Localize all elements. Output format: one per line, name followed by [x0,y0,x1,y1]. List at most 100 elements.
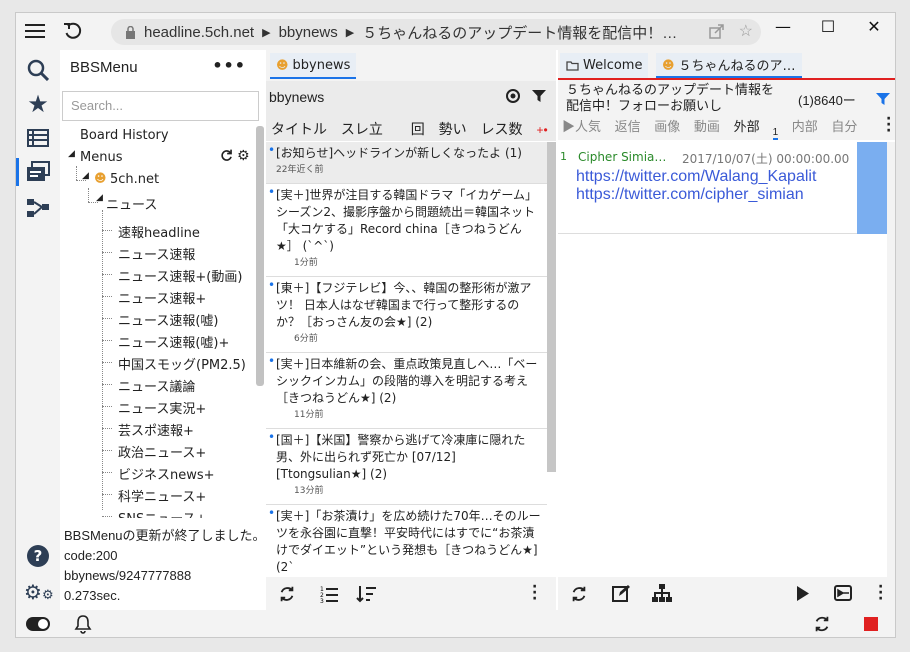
bell-icon[interactable] [74,614,92,637]
sync-icon[interactable] [813,615,831,636]
tree-site-5ch[interactable]: 5ch.net [110,172,159,187]
col-visit[interactable]: 回 [411,121,425,137]
col-title[interactable]: タイトル [271,121,327,137]
bbsmenu-scrollbar[interactable] [256,126,264,386]
post-author[interactable]: Cipher Simia… [578,150,666,164]
col-res-count[interactable]: レス数 [481,121,523,137]
more-options-icon[interactable]: ••• [212,56,246,75]
thread-row[interactable]: [実＋]日本維新の会、重点政策見直しへ…「ベーシックインカム」の段階的導入を明記… [266,353,547,429]
thread-age: 1分前 [294,258,318,268]
refresh-menu-icon[interactable] [220,149,233,166]
minimize-icon[interactable]: — [761,13,805,39]
post-link[interactable]: https://twitter.com/cipher_simian [576,186,804,204]
col-created[interactable]: スレ立 [341,121,383,137]
url-bar[interactable]: headline.5ch.net ▶ bbynews ▶ ５ちゃんねるのアップデ… [111,19,761,45]
tree-line [102,252,112,253]
more-options-icon[interactable]: · · · [532,580,537,606]
tab-bbynews[interactable]: ☻ bbynews [270,53,357,79]
sort-icon[interactable] [356,585,376,606]
log-line: bbynews/9247777888 [64,568,192,583]
col-momentum[interactable]: 勢い [439,121,467,137]
thread-list-scrollbar[interactable] [547,142,556,472]
tab-welcome[interactable]: Welcome [560,53,649,78]
tree-board-item[interactable]: ニュース議論 [118,376,195,395]
filter-internal[interactable]: 内部 [792,119,818,134]
maximize-icon[interactable]: ☐ [806,13,850,39]
tree-board-item[interactable]: SNSニュース+ [118,508,206,518]
tree-board-history[interactable]: Board History [80,128,169,143]
share-icon[interactable] [708,21,725,41]
thread-row[interactable]: [お知らせ]ヘッドラインが新しくなったよ (1) 22年近く前 [266,142,547,184]
filter-icon[interactable] [532,89,546,106]
filter-icon[interactable] [876,92,890,109]
post-number[interactable]: 1 [560,150,567,163]
thread-row[interactable]: [実＋]「お茶漬け」を広め続けた70年…そのルーツを永谷園に直撃！平安時代にはす… [266,505,547,577]
hamburger-menu-icon[interactable] [22,18,48,44]
filter-self[interactable]: 自分 [831,119,857,134]
filter-replies[interactable]: 返信 [615,119,641,134]
close-window-icon[interactable]: ✕ [852,13,895,39]
tree-board-item[interactable]: 科学ニュース+ [118,486,206,505]
edit-compose-icon[interactable] [612,584,631,606]
post-item: 1 Cipher Simia… 2017/10/07(土) 00:00:00.0… [558,142,857,234]
tree-board-item[interactable]: ビジネスnews+ [118,464,215,483]
toggle-switch[interactable] [26,617,50,634]
more-options-icon[interactable]: · · · [886,112,891,138]
list-icon[interactable] [24,124,52,152]
tree-board-item[interactable]: ニュース速報 [118,244,195,263]
tree-line [88,188,89,202]
tree-expand-icon[interactable]: ◢ [96,193,103,203]
stop-recording-icon[interactable] [864,617,878,631]
tree-line [102,516,112,517]
filter-external[interactable]: 外部 1 [734,119,779,140]
filter-popular[interactable]: ▶人気 [562,119,601,134]
thread-title: [お知らせ]ヘッドラインが新しくなったよ (1) [276,146,522,160]
tree-line [102,384,112,385]
sitemap-icon[interactable] [652,584,672,605]
reload-icon[interactable] [60,18,86,44]
svg-text:?: ? [34,547,43,565]
tree-board-item[interactable]: ニュース速報(嘘)+ [118,332,229,351]
target-icon[interactable] [506,89,520,106]
tree-line [102,340,112,341]
thread-row[interactable]: [実＋]世界が注目する韓国ドラマ「イカゲーム」シーズン2、撮影序盤から問題続出＝… [266,184,547,277]
post-link[interactable]: https://twitter.com/Walang_Kapalit [576,168,816,186]
menu-settings-gear-icon[interactable]: ⚙ [237,148,250,164]
thread-view-scrollbar[interactable] [887,142,895,580]
tree-board-item[interactable]: ニュース速報+ [118,288,206,307]
board-name: bbynews [269,89,325,105]
thread-view-header: ５ちゃんねるのアップデート情報を配信中！フォローお願いし (1)8640ー ▶人… [558,80,895,140]
filter-images[interactable]: 画像 [654,119,680,134]
star-favorites-icon[interactable]: ★ [24,90,52,118]
refresh-icon[interactable] [570,585,588,606]
filter-videos[interactable]: 動画 [694,119,720,134]
tab-thread[interactable]: ☻ ５ちゃんねるのア… [656,53,802,78]
tree-category-news[interactable]: ニュース [106,194,157,213]
thread-age: 11分前 [294,410,324,420]
tree-board-item[interactable]: 中国スモッグ(PM2.5) [118,354,246,373]
tree-board-item[interactable]: 政治ニュース+ [118,442,206,461]
numbered-list-icon[interactable]: 123 [320,585,338,606]
thread-view-tabbar: Welcome ☻ ５ちゃんねるのア… [558,50,895,80]
settings-gears-icon[interactable]: ⚙⚙ [24,580,54,604]
thread-row[interactable]: [国＋]【米国】警察から逃げて冷凍庫に隠れた男、外に出られず死亡か [07/12… [266,429,547,505]
tree-board-item[interactable]: 芸スポ速報+ [118,420,194,439]
picture-in-picture-icon[interactable] [834,585,852,604]
star-bookmark-icon[interactable]: ☆ [739,21,753,41]
tree-board-item[interactable]: 速報headline [118,222,200,241]
tree-board-item[interactable]: ニュース実況+ [118,398,206,417]
tree-menus[interactable]: Menus [80,150,122,165]
thread-row[interactable]: [東＋]【フジテレビ】今、、韓国の整形術が激アツ！ 日本人はなぜ韓国まで行って整… [266,277,547,353]
bbsmenu-icon[interactable] [16,158,52,186]
bbsmenu-search-input[interactable]: Search... [62,91,259,121]
help-icon[interactable]: ? [26,544,50,571]
tree-board-item[interactable]: ニュース速報+(動画) [118,266,242,285]
play-icon[interactable] [796,586,810,604]
more-options-icon[interactable]: · · · [878,580,883,606]
tree-expand-icon[interactable]: ◢ [68,149,75,159]
tree-diagram-icon[interactable] [24,194,52,222]
tree-board-item[interactable]: ニュース速報(嘘) [118,310,219,329]
tree-expand-icon[interactable]: ◢ [82,171,89,181]
refresh-icon[interactable] [278,585,296,606]
search-icon[interactable] [24,56,52,84]
